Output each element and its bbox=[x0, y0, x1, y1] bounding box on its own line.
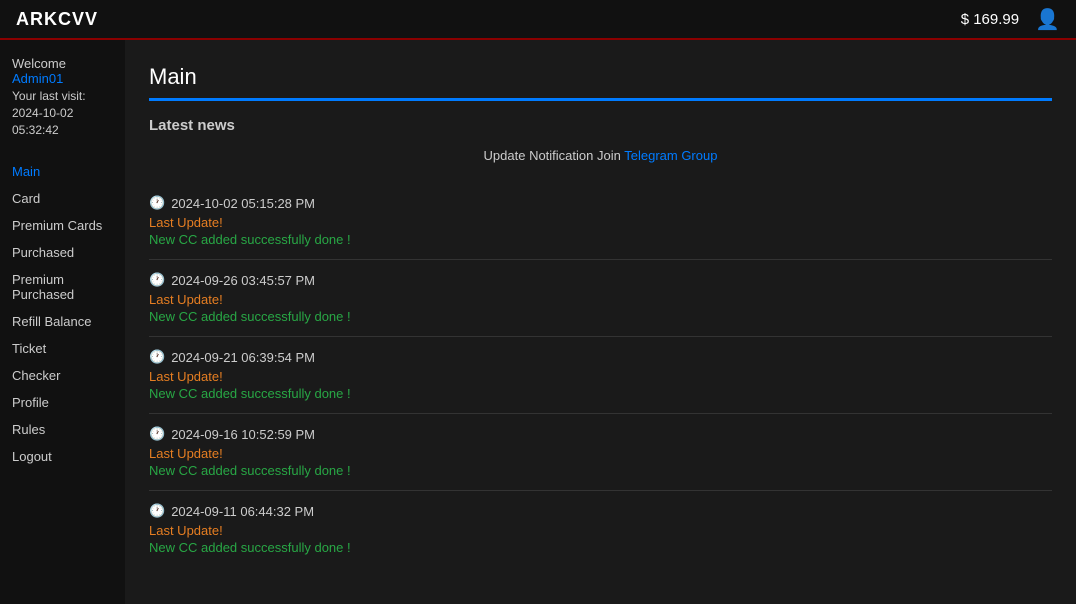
telegram-link[interactable]: Telegram Group bbox=[624, 148, 717, 163]
news-update-text-3: New CC added successfully done ! bbox=[149, 463, 1052, 478]
news-date-1: 🕐 2024-09-26 03:45:57 PM bbox=[149, 272, 1052, 288]
clock-icon: 🕐 bbox=[149, 426, 165, 442]
navbar-balance: $ 169.99 bbox=[961, 11, 1019, 28]
news-item: 🕐 2024-09-16 10:52:59 PM Last Update! Ne… bbox=[149, 414, 1052, 491]
notification-bar: Update Notification Join Telegram Group bbox=[149, 148, 1052, 163]
news-date-3: 🕐 2024-09-16 10:52:59 PM bbox=[149, 426, 1052, 442]
navbar: ARKCVV $ 169.99 👤 bbox=[0, 0, 1076, 40]
navbar-brand: ARKCVV bbox=[16, 9, 98, 30]
sidebar-item-refill-balance[interactable]: Refill Balance bbox=[12, 308, 113, 335]
last-visit-label: Your last visit: bbox=[12, 88, 113, 105]
layout: Welcome Admin01 Your last visit: 2024-10… bbox=[0, 40, 1076, 604]
news-update-text-1: New CC added successfully done ! bbox=[149, 309, 1052, 324]
news-item: 🕐 2024-09-11 06:44:32 PM Last Update! Ne… bbox=[149, 491, 1052, 567]
sidebar-item-checker[interactable]: Checker bbox=[12, 362, 113, 389]
news-container: 🕐 2024-10-02 05:15:28 PM Last Update! Ne… bbox=[149, 183, 1052, 567]
sidebar-item-main[interactable]: Main bbox=[12, 158, 113, 185]
news-update-label-4: Last Update! bbox=[149, 523, 1052, 538]
sidebar-item-card[interactable]: Card bbox=[12, 185, 113, 212]
sidebar-item-ticket[interactable]: Ticket bbox=[12, 335, 113, 362]
sidebar-item-profile[interactable]: Profile bbox=[12, 389, 113, 416]
clock-icon: 🕐 bbox=[149, 195, 165, 211]
navbar-right: $ 169.99 👤 bbox=[961, 7, 1060, 32]
sidebar-last-visit: Your last visit: 2024-10-02 05:32:42 bbox=[12, 88, 113, 138]
clock-icon: 🕐 bbox=[149, 272, 165, 288]
welcome-label: Welcome bbox=[12, 56, 66, 71]
sidebar-item-logout[interactable]: Logout bbox=[12, 443, 113, 470]
news-update-label-3: Last Update! bbox=[149, 446, 1052, 461]
news-date-0: 🕐 2024-10-02 05:15:28 PM bbox=[149, 195, 1052, 211]
section-title: Latest news bbox=[149, 117, 1052, 134]
main-content: Main Latest news Update Notification Joi… bbox=[125, 40, 1076, 604]
last-visit-date: 2024-10-02 05:32:42 bbox=[12, 105, 113, 139]
news-update-label-1: Last Update! bbox=[149, 292, 1052, 307]
user-icon[interactable]: 👤 bbox=[1035, 7, 1060, 32]
news-item: 🕐 2024-09-26 03:45:57 PM Last Update! Ne… bbox=[149, 260, 1052, 337]
news-item: 🕐 2024-10-02 05:15:28 PM Last Update! Ne… bbox=[149, 183, 1052, 260]
notification-text: Update Notification Join bbox=[484, 148, 621, 163]
page-title: Main bbox=[149, 64, 1052, 90]
news-update-label-0: Last Update! bbox=[149, 215, 1052, 230]
clock-icon: 🕐 bbox=[149, 349, 165, 365]
news-update-label-2: Last Update! bbox=[149, 369, 1052, 384]
title-underline bbox=[149, 98, 1052, 101]
sidebar-item-premium-cards[interactable]: Premium Cards bbox=[12, 212, 113, 239]
clock-icon: 🕐 bbox=[149, 503, 165, 519]
news-update-text-2: New CC added successfully done ! bbox=[149, 386, 1052, 401]
sidebar-item-premium-purchased[interactable]: Premium Purchased bbox=[12, 266, 113, 308]
news-update-text-4: New CC added successfully done ! bbox=[149, 540, 1052, 555]
news-date-2: 🕐 2024-09-21 06:39:54 PM bbox=[149, 349, 1052, 365]
news-date-4: 🕐 2024-09-11 06:44:32 PM bbox=[149, 503, 1052, 519]
sidebar-item-purchased[interactable]: Purchased bbox=[12, 239, 113, 266]
sidebar-item-rules[interactable]: Rules bbox=[12, 416, 113, 443]
sidebar-username[interactable]: Admin01 bbox=[12, 71, 63, 86]
news-update-text-0: New CC added successfully done ! bbox=[149, 232, 1052, 247]
news-item: 🕐 2024-09-21 06:39:54 PM Last Update! Ne… bbox=[149, 337, 1052, 414]
sidebar-welcome: Welcome Admin01 bbox=[12, 56, 113, 86]
sidebar: Welcome Admin01 Your last visit: 2024-10… bbox=[0, 40, 125, 604]
